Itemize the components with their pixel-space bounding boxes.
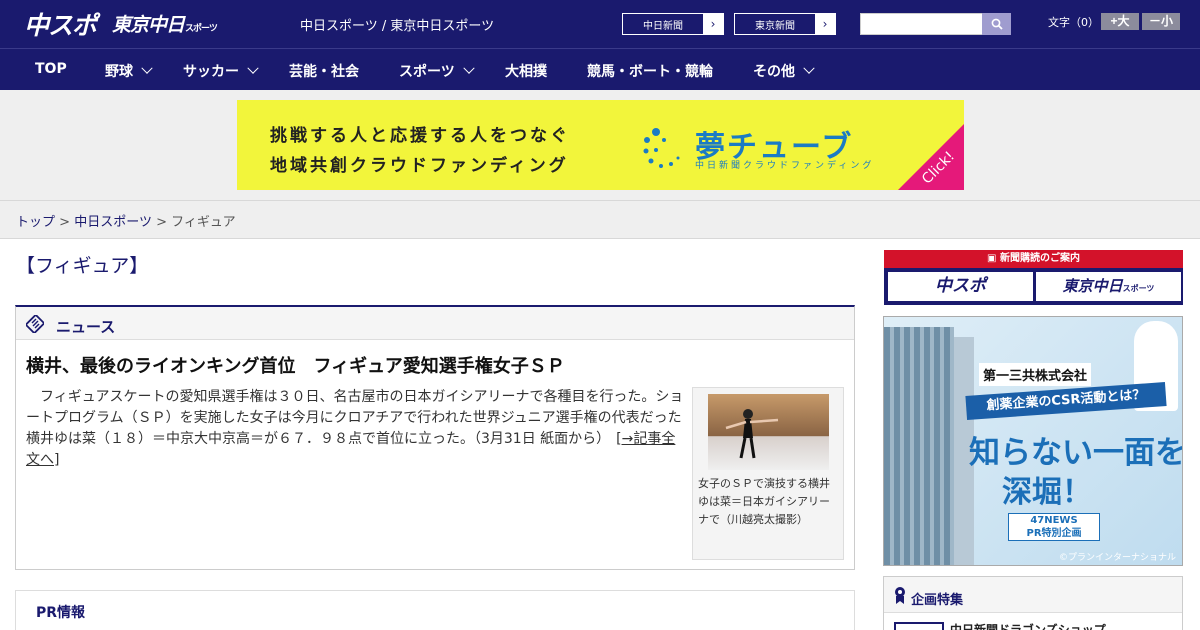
chevron-down-icon [247,62,259,74]
nav-item-other[interactable]: その他 [753,61,815,81]
news-section-header: ニュース [16,307,854,340]
site-title: 中日スポーツ / 東京中日スポーツ [300,19,495,34]
subscription-head-text: 新聞購読のご案内 [999,253,1080,264]
ad-headline-1: 知らない一面を [969,435,1183,471]
chuspo-logo[interactable]: 中スポ [24,6,97,42]
chunichi-link-label: 中日新聞 [643,20,683,32]
breadcrumb-separator: > [156,215,167,230]
banner-subtitle: 中日新聞クラウドファンディング [695,161,875,171]
chevron-right-icon: › [703,14,723,34]
skater-figure-icon [725,409,779,459]
nav-label: その他 [753,64,795,80]
nav-label: TOP [35,61,67,77]
subscription-header: ▣ 新聞購読のご案内 [884,250,1183,268]
breadcrumb: トップ > 中日スポーツ > フィギュア [16,211,236,230]
nav-label: 競馬・ボート・競輪 [587,64,713,80]
nav-label: 野球 [105,64,133,80]
font-decrease-button[interactable]: －小 [1142,13,1180,30]
news-section: ニュース 横井、最後のライオンキング首位 フィギュア愛知選手権女子ＳＰ フィギュ… [15,305,855,570]
chevron-down-icon [803,62,815,74]
feature-item-link[interactable]: 中日新聞ドラゴンズショップ [950,621,1106,630]
ad-badge: 47NEWS PR特別企画 [1008,513,1100,541]
tokyo-shimbun-link[interactable]: 東京新聞 › [734,13,836,35]
nav-label: スポーツ [399,64,455,80]
breadcrumb-separator: > [59,215,71,230]
sub-tokyo-text: 東京中日 [1062,277,1123,295]
chevron-down-icon [141,62,153,74]
page-title: 【フィギュア】 [16,255,149,277]
feature-section-header: 企画特集 [884,577,1182,613]
nav-label: サッカー [183,64,239,80]
chunichi-shimbun-link[interactable]: 中日新聞 › [622,13,724,35]
ad-badge-line-2: PR特別企画 [1026,528,1082,539]
ad-badge-line-1: 47NEWS [1030,515,1078,526]
crowdfunding-banner-ad[interactable]: 挑戦する人と応援する人をつなぐ 地域共創クラウドファンディング 夢チューブ 中日… [237,100,964,190]
tokyo-logo-text: 東京中日 [112,14,185,36]
font-size-label: 文字（0） [1048,16,1099,29]
search-button[interactable] [982,13,1011,35]
article-headline[interactable]: 横井、最後のライオンキング首位 フィギュア愛知選手権女子ＳＰ [26,352,565,378]
banner-line-1: 挑戦する人と応援する人をつなぐ [270,126,570,146]
tokyo-logo-small: スポーツ [185,24,218,34]
nav-item-racing[interactable]: 競馬・ボート・競輪 [587,61,713,81]
search-input[interactable] [860,13,983,35]
nav-item-soccer[interactable]: サッカー [183,61,259,81]
breadcrumb-current: フィギュア [171,215,236,230]
search-icon [991,18,1003,30]
building-image [884,327,954,565]
subscribe-chuspo-button[interactable]: 中スポ [888,272,1033,301]
nav-item-top[interactable]: TOP [35,61,67,77]
pr-section: PR情報 [15,590,855,630]
nav-label: 芸能・社会 [289,64,359,80]
feature-item-thumbnail[interactable] [894,622,944,630]
nav-item-sumo[interactable]: 大相撲 [505,61,547,81]
tokyo-chunichi-logo[interactable]: 東京中日スポーツ [112,10,218,37]
banner-line-2: 地域共創クラウドファンディング [270,156,569,176]
nav-item-baseball[interactable]: 野球 [105,61,153,81]
nav-label: 大相撲 [505,64,547,80]
ribbon-badge-icon [895,587,905,604]
ad-ribbon: 創薬企業のCSR活動とは？ [965,382,1167,420]
article-photo-box: 女子のＳＰで演技する横井ゆは菜＝日本ガイシアリーナで（川越亮太撮影） [692,387,844,560]
article-photo[interactable] [708,394,829,470]
sub-tokyo-small: スポーツ [1122,284,1155,293]
news-section-label: ニュース [56,318,116,336]
nav-item-sports[interactable]: スポーツ [399,61,475,81]
breadcrumb-top-link[interactable]: トップ [16,215,55,230]
ad-credit: ©プランインターナショナル [1058,553,1176,563]
newspaper-icon: ▣ [987,253,1000,264]
main-nav: TOP 野球 サッカー 芸能・社会 スポーツ 大相撲 競馬・ボート・競輪 その他 [0,48,1200,90]
newspaper-icon [26,315,44,333]
article-body: フィギュアスケートの愛知県選手権は３０日、名古屋市の日本ガイシアリーナで各種目を… [26,389,684,447]
tokyo-link-label: 東京新聞 [755,20,795,32]
dots-logo-icon [643,128,680,168]
subscription-box: ▣ 新聞購読のご案内 中スポ 東京中日スポーツ [884,250,1183,305]
divider [0,200,1200,201]
top-header: 中スポ 東京中日スポーツ 中日スポーツ / 東京中日スポーツ 中日新聞 › 東京… [0,0,1200,48]
nav-item-entertainment[interactable]: 芸能・社会 [289,61,359,81]
subscribe-tokyo-chunichi-button[interactable]: 東京中日スポーツ [1036,272,1181,301]
breadcrumb-section-link[interactable]: 中日スポーツ [74,215,152,230]
font-increase-button[interactable]: +大 [1101,13,1139,30]
chevron-right-icon: › [815,14,835,34]
sidebar-ad[interactable]: 第一三共株式会社 創薬企業のCSR活動とは？ 知らない一面を 深堀！ 47NEW… [883,316,1183,566]
ad-headline-2: 深堀！ [1002,475,1092,510]
feature-section: 企画特集 中日新聞ドラゴンズショップ [883,576,1183,630]
feature-section-label: 企画特集 [911,593,964,608]
photo-caption: 女子のＳＰで演技する横井ゆは菜＝日本ガイシアリーナで（川越亮太撮影） [698,477,830,526]
chevron-down-icon [463,62,475,74]
pr-section-label: PR情報 [36,605,86,621]
article-summary: フィギュアスケートの愛知県選手権は３０日、名古屋市の日本ガイシアリーナで各種目を… [26,387,686,471]
ad-company-name: 第一三共株式会社 [979,363,1092,386]
